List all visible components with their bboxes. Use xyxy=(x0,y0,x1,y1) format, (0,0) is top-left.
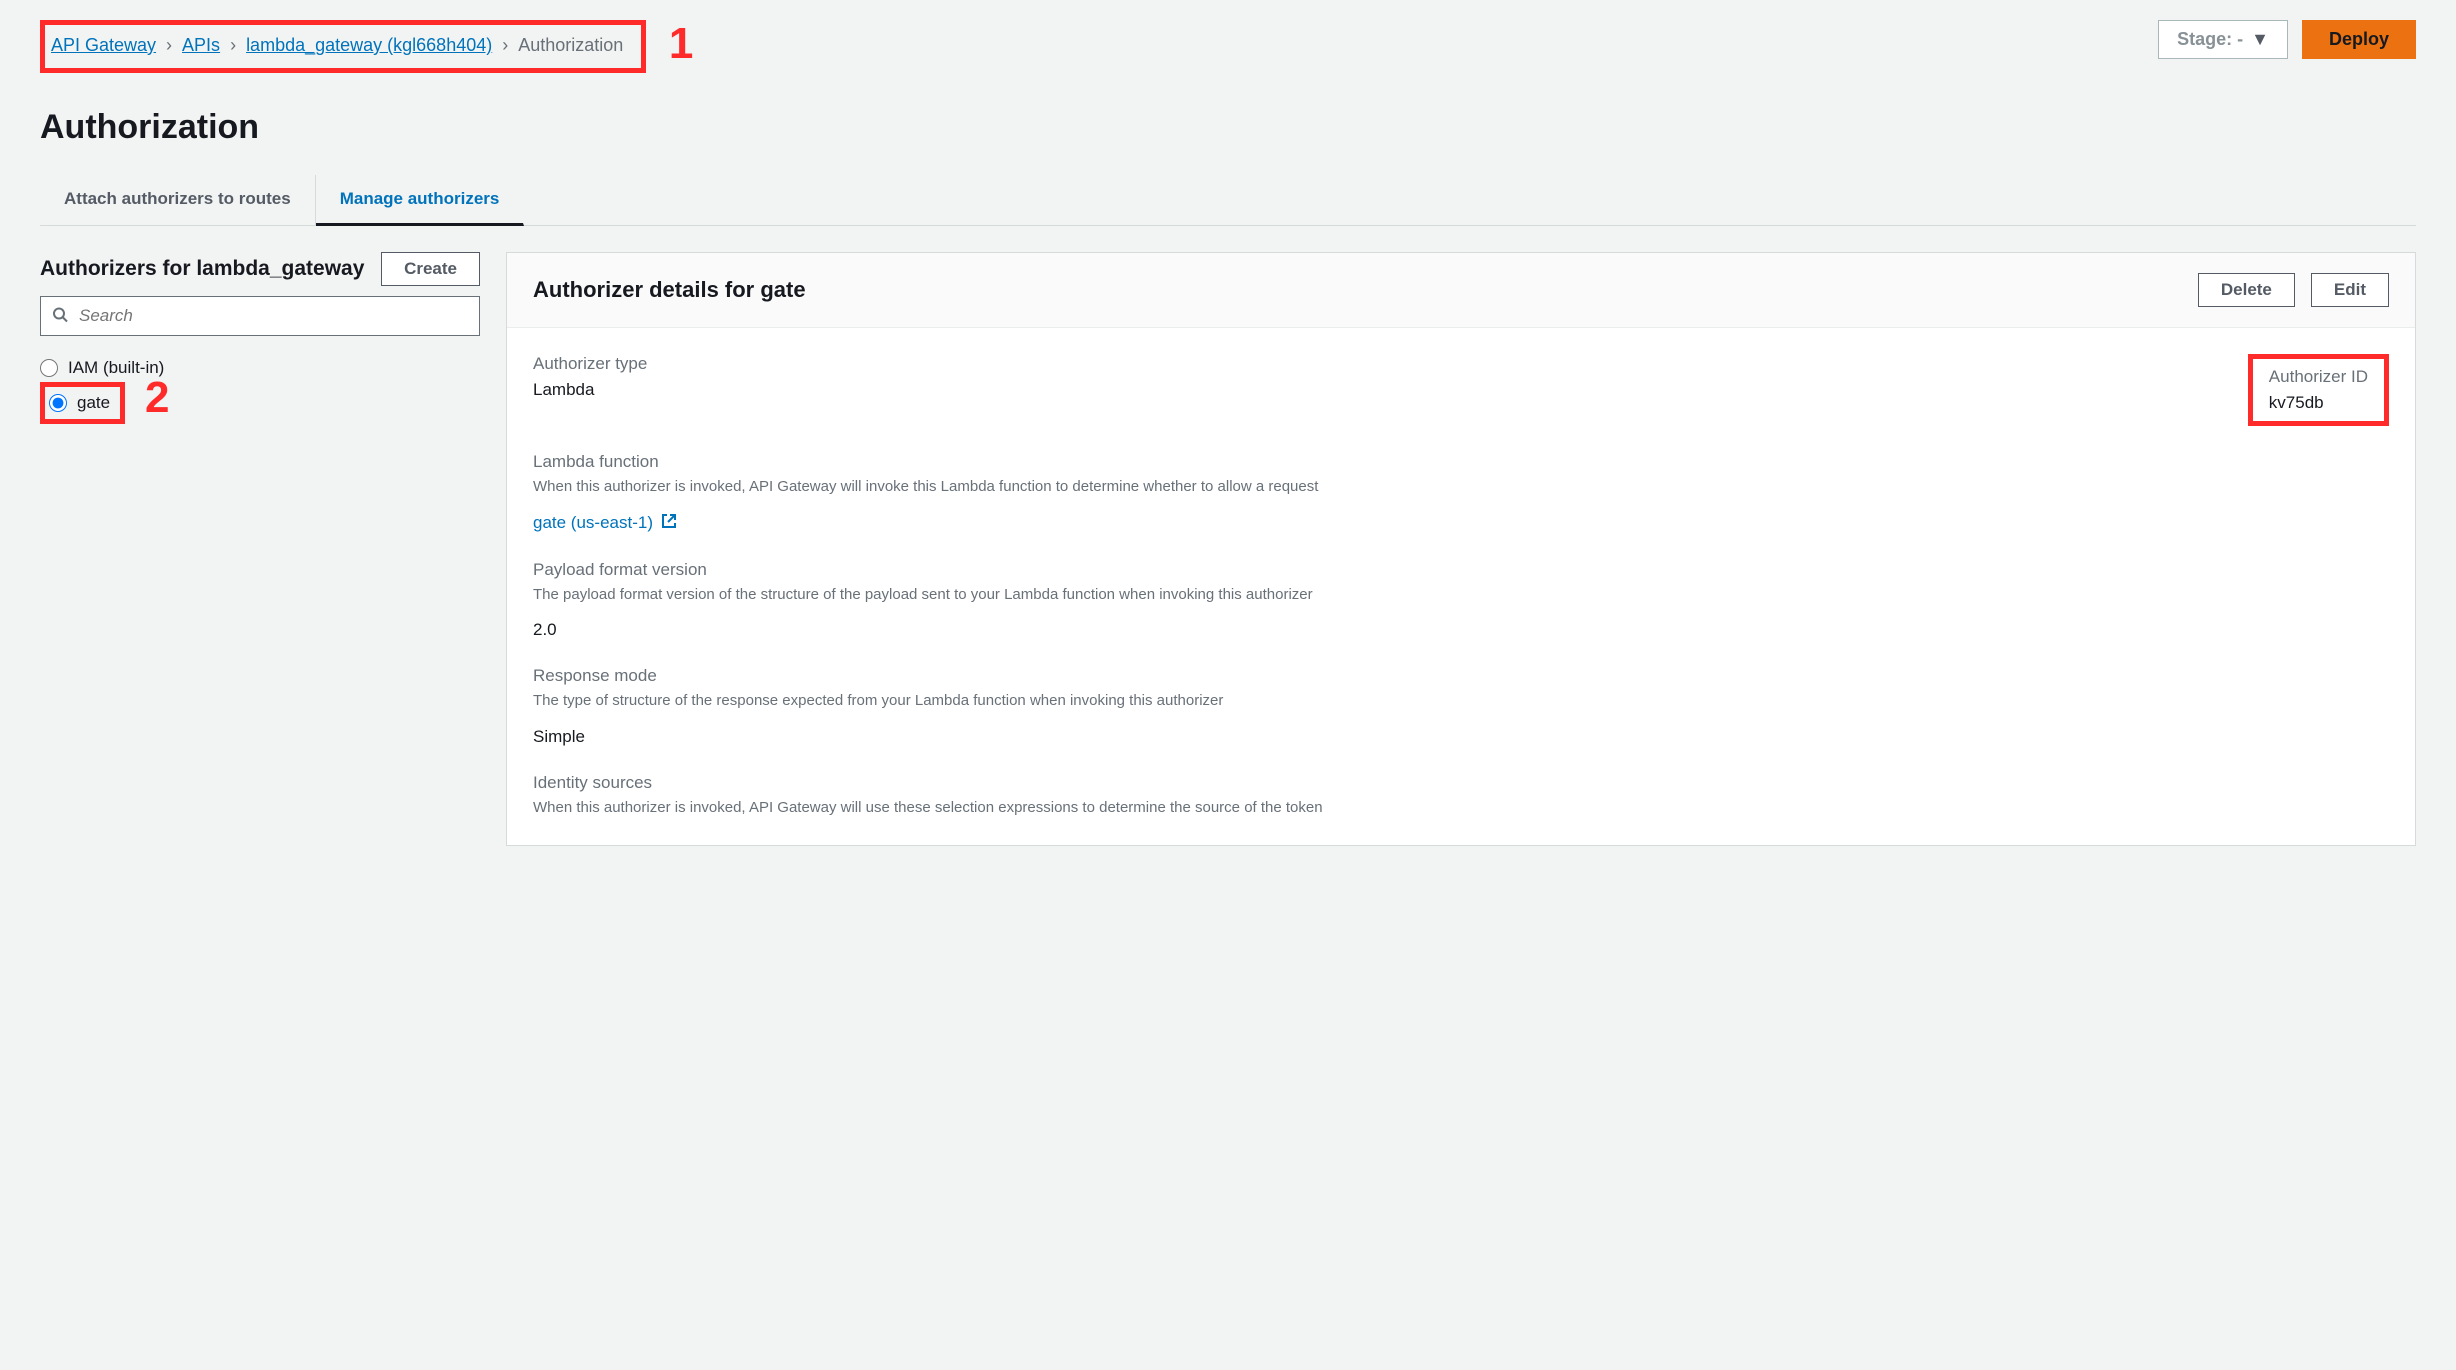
response-mode-value: Simple xyxy=(533,727,2389,747)
link-label: gate (us-east-1) xyxy=(533,513,653,533)
delete-button[interactable]: Delete xyxy=(2198,273,2295,307)
authorizer-id-highlight: Authorizer ID kv75db xyxy=(2248,354,2389,426)
search-input[interactable] xyxy=(40,296,480,336)
tab-attach-authorizers[interactable]: Attach authorizers to routes xyxy=(40,175,316,225)
crumb-apis[interactable]: APIs xyxy=(182,35,220,56)
response-mode-label: Response mode xyxy=(533,666,2389,686)
authorizers-list-title: Authorizers for lambda_gateway xyxy=(40,257,364,281)
authorizer-option-label: gate xyxy=(77,393,110,413)
authorizer-option-gate[interactable]: gate xyxy=(49,389,110,417)
tabs: Attach authorizers to routes Manage auth… xyxy=(40,175,2416,226)
page-title: Authorization xyxy=(40,108,2416,147)
authorizer-type-label: Authorizer type xyxy=(533,354,2208,374)
crumb-api-gateway[interactable]: API Gateway xyxy=(51,35,156,56)
response-mode-desc: The type of structure of the response ex… xyxy=(533,690,2389,713)
tab-manage-authorizers[interactable]: Manage authorizers xyxy=(316,175,525,226)
radio-gate[interactable] xyxy=(49,394,67,412)
create-button[interactable]: Create xyxy=(381,252,480,286)
search-icon xyxy=(52,307,68,326)
identity-sources-desc: When this authorizer is invoked, API Gat… xyxy=(533,797,2389,820)
annotation-2: 2 xyxy=(145,373,169,423)
chevron-right-icon: › xyxy=(230,35,236,56)
payload-version-label: Payload format version xyxy=(533,560,2389,580)
external-link-icon xyxy=(661,513,677,534)
lambda-function-label: Lambda function xyxy=(533,452,2389,472)
details-title: Authorizer details for gate xyxy=(533,277,806,303)
authorizer-type-value: Lambda xyxy=(533,380,2208,400)
deploy-button[interactable]: Deploy xyxy=(2302,20,2416,59)
identity-sources-label: Identity sources xyxy=(533,773,2389,793)
stage-dropdown[interactable]: Stage: - ▼ xyxy=(2158,20,2288,59)
chevron-right-icon: › xyxy=(166,35,172,56)
edit-button[interactable]: Edit xyxy=(2311,273,2389,307)
annotation-1: 1 xyxy=(669,19,693,69)
radio-iam[interactable] xyxy=(40,359,58,377)
caret-down-icon: ▼ xyxy=(2251,29,2269,50)
breadcrumb: API Gateway › APIs › lambda_gateway (kgl… xyxy=(40,20,646,73)
payload-version-desc: The payload format version of the struct… xyxy=(533,584,2389,607)
authorizer-id-value: kv75db xyxy=(2269,393,2368,413)
authorizer-option-iam[interactable]: IAM (built-in) xyxy=(40,354,480,382)
stage-label: Stage: - xyxy=(2177,29,2243,50)
crumb-lambda-gateway[interactable]: lambda_gateway (kgl668h404) xyxy=(246,35,492,56)
lambda-function-desc: When this authorizer is invoked, API Gat… xyxy=(533,476,2389,499)
authorizer-id-label: Authorizer ID xyxy=(2269,367,2368,387)
lambda-function-link[interactable]: gate (us-east-1) xyxy=(533,513,677,534)
chevron-right-icon: › xyxy=(502,35,508,56)
payload-version-value: 2.0 xyxy=(533,620,2389,640)
authorizer-details-panel: Authorizer details for gate Delete Edit … xyxy=(506,252,2416,846)
crumb-authorization: Authorization xyxy=(518,35,623,56)
